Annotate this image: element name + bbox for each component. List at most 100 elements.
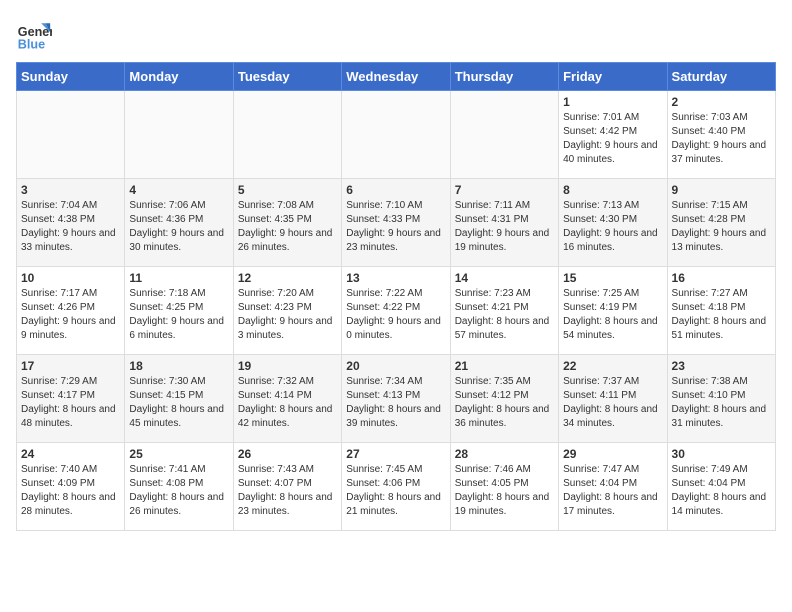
day-info: Sunrise: 7:18 AM Sunset: 4:25 PM Dayligh… <box>129 287 228 343</box>
day-info: Sunrise: 7:37 AM Sunset: 4:11 PM Dayligh… <box>563 375 662 431</box>
day-info: Sunrise: 7:06 AM Sunset: 4:36 PM Dayligh… <box>129 199 228 255</box>
calendar-cell: 15 Sunrise: 7:25 AM Sunset: 4:19 PM Dayli… <box>559 267 667 355</box>
calendar-cell: 6 Sunrise: 7:10 AM Sunset: 4:33 PM Daylig… <box>342 179 450 267</box>
calendar-cell: 30 Sunrise: 7:49 AM Sunset: 4:04 PM Dayli… <box>667 443 775 531</box>
week-row-2: 3 Sunrise: 7:04 AM Sunset: 4:38 PM Daylig… <box>17 179 776 267</box>
day-number: 5 <box>238 183 337 197</box>
calendar-table: SundayMondayTuesdayWednesdayThursdayFrid… <box>16 62 776 531</box>
calendar-cell <box>17 91 125 179</box>
calendar-cell: 21 Sunrise: 7:35 AM Sunset: 4:12 PM Dayli… <box>450 355 558 443</box>
calendar-cell: 28 Sunrise: 7:46 AM Sunset: 4:05 PM Dayli… <box>450 443 558 531</box>
day-number: 25 <box>129 447 228 461</box>
svg-text:Blue: Blue <box>18 37 45 51</box>
day-info: Sunrise: 7:17 AM Sunset: 4:26 PM Dayligh… <box>21 287 120 343</box>
day-number: 15 <box>563 271 662 285</box>
day-number: 21 <box>455 359 554 373</box>
logo: General Blue <box>16 16 52 52</box>
calendar-cell: 9 Sunrise: 7:15 AM Sunset: 4:28 PM Daylig… <box>667 179 775 267</box>
day-info: Sunrise: 7:45 AM Sunset: 4:06 PM Dayligh… <box>346 463 445 519</box>
col-header-thursday: Thursday <box>450 63 558 91</box>
day-info: Sunrise: 7:46 AM Sunset: 4:05 PM Dayligh… <box>455 463 554 519</box>
day-number: 6 <box>346 183 445 197</box>
week-row-5: 24 Sunrise: 7:40 AM Sunset: 4:09 PM Dayli… <box>17 443 776 531</box>
day-info: Sunrise: 7:30 AM Sunset: 4:15 PM Dayligh… <box>129 375 228 431</box>
day-number: 29 <box>563 447 662 461</box>
calendar-cell: 24 Sunrise: 7:40 AM Sunset: 4:09 PM Dayli… <box>17 443 125 531</box>
calendar-cell: 27 Sunrise: 7:45 AM Sunset: 4:06 PM Dayli… <box>342 443 450 531</box>
day-info: Sunrise: 7:35 AM Sunset: 4:12 PM Dayligh… <box>455 375 554 431</box>
day-info: Sunrise: 7:32 AM Sunset: 4:14 PM Dayligh… <box>238 375 337 431</box>
calendar-cell <box>450 91 558 179</box>
calendar-cell: 10 Sunrise: 7:17 AM Sunset: 4:26 PM Dayli… <box>17 267 125 355</box>
col-header-friday: Friday <box>559 63 667 91</box>
calendar-cell: 13 Sunrise: 7:22 AM Sunset: 4:22 PM Dayli… <box>342 267 450 355</box>
day-info: Sunrise: 7:29 AM Sunset: 4:17 PM Dayligh… <box>21 375 120 431</box>
day-info: Sunrise: 7:43 AM Sunset: 4:07 PM Dayligh… <box>238 463 337 519</box>
calendar-cell: 12Sunrise: 7:20 AM Sunset: 4:23 PM Dayli… <box>233 267 341 355</box>
calendar-cell: 14Sunrise: 7:23 AM Sunset: 4:21 PM Dayli… <box>450 267 558 355</box>
day-number: 12 <box>238 271 337 285</box>
day-info: Sunrise: 7:22 AM Sunset: 4:22 PM Dayligh… <box>346 287 445 343</box>
calendar-cell: 29 Sunrise: 7:47 AM Sunset: 4:04 PM Dayli… <box>559 443 667 531</box>
calendar-cell: 23 Sunrise: 7:38 AM Sunset: 4:10 PM Dayli… <box>667 355 775 443</box>
calendar-cell: 19 Sunrise: 7:32 AM Sunset: 4:14 PM Dayli… <box>233 355 341 443</box>
day-info: Sunrise: 7:03 AM Sunset: 4:40 PM Dayligh… <box>672 111 771 167</box>
day-number: 3 <box>21 183 120 197</box>
day-number: 20 <box>346 359 445 373</box>
col-header-sunday: Sunday <box>17 63 125 91</box>
calendar-cell <box>342 91 450 179</box>
calendar-cell: 5 Sunrise: 7:08 AM Sunset: 4:35 PM Daylig… <box>233 179 341 267</box>
calendar-cell: 8 Sunrise: 7:13 AM Sunset: 4:30 PM Daylig… <box>559 179 667 267</box>
calendar-cell: 4 Sunrise: 7:06 AM Sunset: 4:36 PM Daylig… <box>125 179 233 267</box>
day-info: Sunrise: 7:27 AM Sunset: 4:18 PM Dayligh… <box>672 287 771 343</box>
calendar-cell <box>125 91 233 179</box>
col-header-wednesday: Wednesday <box>342 63 450 91</box>
calendar-cell: 22Sunrise: 7:37 AM Sunset: 4:11 PM Dayli… <box>559 355 667 443</box>
week-row-4: 17 Sunrise: 7:29 AM Sunset: 4:17 PM Dayli… <box>17 355 776 443</box>
calendar-cell: 20 Sunrise: 7:34 AM Sunset: 4:13 PM Dayli… <box>342 355 450 443</box>
calendar-cell: 3 Sunrise: 7:04 AM Sunset: 4:38 PM Daylig… <box>17 179 125 267</box>
day-number: 11 <box>129 271 228 285</box>
header: General Blue <box>16 16 776 52</box>
day-info: Sunrise: 7:40 AM Sunset: 4:09 PM Dayligh… <box>21 463 120 519</box>
day-info: Sunrise: 7:04 AM Sunset: 4:38 PM Dayligh… <box>21 199 120 255</box>
day-number: 19 <box>238 359 337 373</box>
day-info: Sunrise: 7:11 AM Sunset: 4:31 PM Dayligh… <box>455 199 554 255</box>
col-header-tuesday: Tuesday <box>233 63 341 91</box>
calendar-cell: 7 Sunrise: 7:11 AM Sunset: 4:31 PM Daylig… <box>450 179 558 267</box>
day-info: Sunrise: 7:38 AM Sunset: 4:10 PM Dayligh… <box>672 375 771 431</box>
day-info: Sunrise: 7:41 AM Sunset: 4:08 PM Dayligh… <box>129 463 228 519</box>
day-number: 13 <box>346 271 445 285</box>
logo-icon: General Blue <box>16 16 52 52</box>
day-number: 4 <box>129 183 228 197</box>
day-number: 14 <box>455 271 554 285</box>
calendar-cell: 1Sunrise: 7:01 AM Sunset: 4:42 PM Daylig… <box>559 91 667 179</box>
week-row-1: 1Sunrise: 7:01 AM Sunset: 4:42 PM Daylig… <box>17 91 776 179</box>
day-info: Sunrise: 7:49 AM Sunset: 4:04 PM Dayligh… <box>672 463 771 519</box>
day-number: 1 <box>563 95 662 109</box>
day-number: 27 <box>346 447 445 461</box>
calendar-cell: 11 Sunrise: 7:18 AM Sunset: 4:25 PM Dayli… <box>125 267 233 355</box>
col-header-saturday: Saturday <box>667 63 775 91</box>
day-number: 8 <box>563 183 662 197</box>
day-number: 7 <box>455 183 554 197</box>
day-number: 10 <box>21 271 120 285</box>
day-number: 17 <box>21 359 120 373</box>
day-info: Sunrise: 7:10 AM Sunset: 4:33 PM Dayligh… <box>346 199 445 255</box>
calendar-cell: 18Sunrise: 7:30 AM Sunset: 4:15 PM Dayli… <box>125 355 233 443</box>
day-number: 24 <box>21 447 120 461</box>
day-number: 28 <box>455 447 554 461</box>
day-number: 30 <box>672 447 771 461</box>
calendar-cell <box>233 91 341 179</box>
day-info: Sunrise: 7:25 AM Sunset: 4:19 PM Dayligh… <box>563 287 662 343</box>
day-number: 2 <box>672 95 771 109</box>
day-number: 9 <box>672 183 771 197</box>
day-info: Sunrise: 7:13 AM Sunset: 4:30 PM Dayligh… <box>563 199 662 255</box>
week-row-3: 10 Sunrise: 7:17 AM Sunset: 4:26 PM Dayli… <box>17 267 776 355</box>
day-info: Sunrise: 7:34 AM Sunset: 4:13 PM Dayligh… <box>346 375 445 431</box>
day-info: Sunrise: 7:08 AM Sunset: 4:35 PM Dayligh… <box>238 199 337 255</box>
day-info: Sunrise: 7:47 AM Sunset: 4:04 PM Dayligh… <box>563 463 662 519</box>
day-info: Sunrise: 7:15 AM Sunset: 4:28 PM Dayligh… <box>672 199 771 255</box>
day-number: 23 <box>672 359 771 373</box>
day-number: 16 <box>672 271 771 285</box>
